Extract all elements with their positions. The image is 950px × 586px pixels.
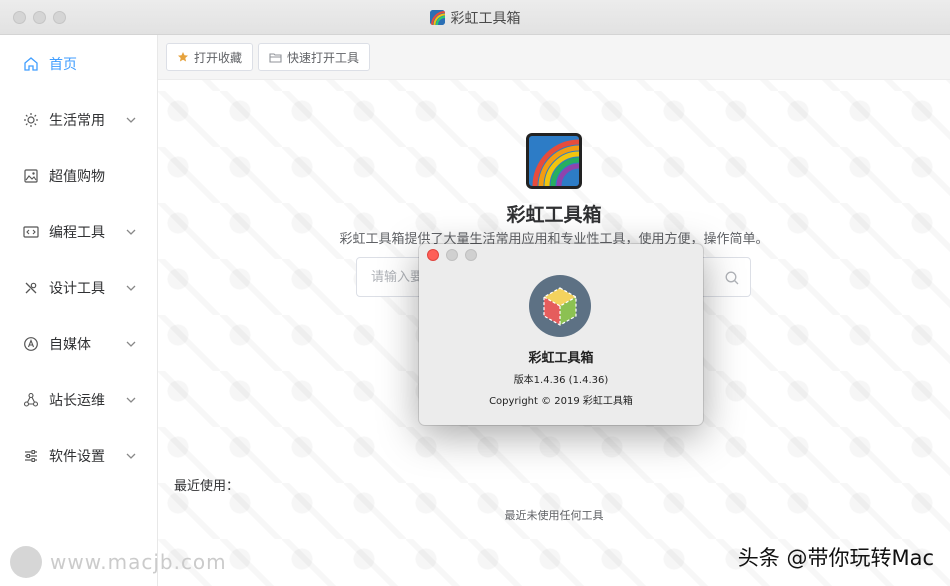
app-cube-icon (529, 275, 591, 337)
about-app-name: 彩虹工具箱 (528, 351, 594, 366)
sidebar-item-settings[interactable]: 软件设置 (0, 436, 158, 476)
app-name: 彩虹工具箱 (506, 204, 602, 226)
app-logo (526, 133, 582, 189)
sidebar-item-design[interactable]: 设计工具 (0, 268, 158, 308)
about-version: 版本1.4.36 (1.4.36) (513, 375, 609, 386)
sidebar-item-shopping[interactable]: 超值购物 (0, 156, 158, 196)
recent-empty-message: 最近未使用任何工具 (504, 509, 604, 522)
chevron-down-icon[interactable] (124, 281, 138, 295)
about-copyright: Copyright © 2019 彩虹工具箱 (489, 396, 633, 407)
rainbow-logo-icon (529, 136, 580, 187)
open-favorites-label: 打开收藏 (194, 50, 243, 65)
app-window: 彩虹工具箱 首页 生活常用 超值购物 编程工具 设计工具 自媒体 站长运维 软件… (0, 0, 950, 586)
open-favorites-button[interactable]: 打开收藏 (166, 43, 254, 71)
window-title: 彩虹工具箱 (450, 10, 521, 27)
about-zoom-button (465, 249, 477, 261)
sidebar-item-label: 首页 (49, 57, 77, 73)
image-icon (22, 167, 40, 185)
title-bar: 彩虹工具箱 (0, 0, 950, 35)
home-icon (22, 55, 40, 73)
toolbar: 打开收藏 快速打开工具 (158, 35, 950, 80)
sidebar-item-label: 站长运维 (49, 393, 105, 409)
watermark-logo-icon (10, 546, 42, 578)
sidebar-item-label: 软件设置 (49, 449, 105, 465)
sidebar: 首页 生活常用 超值购物 编程工具 设计工具 自媒体 站长运维 软件设置 (0, 35, 158, 586)
chevron-down-icon[interactable] (124, 393, 138, 407)
window-title-wrap: 彩虹工具箱 (0, 0, 950, 35)
network-icon (22, 391, 40, 409)
about-title-bar (419, 244, 703, 266)
sidebar-item-home[interactable]: 首页 (0, 44, 158, 84)
sidebar-item-label: 超值购物 (49, 169, 105, 185)
folder-icon (269, 53, 282, 63)
watermark-left-text: www.macjb.com (50, 550, 227, 574)
star-icon (178, 52, 188, 62)
sidebar-item-label: 设计工具 (49, 281, 105, 297)
chevron-down-icon[interactable] (124, 225, 138, 239)
sidebar-item-media[interactable]: 自媒体 (0, 324, 158, 364)
sidebar-item-label: 编程工具 (49, 225, 105, 241)
code-icon (22, 223, 40, 241)
chevron-down-icon[interactable] (124, 337, 138, 351)
sidebar-item-label: 自媒体 (49, 337, 91, 353)
about-close-button[interactable] (427, 249, 439, 261)
rainbow-logo-icon (429, 10, 445, 25)
chevron-down-icon[interactable] (124, 449, 138, 463)
compass-icon (22, 335, 40, 353)
sidebar-item-programming[interactable]: 编程工具 (0, 212, 158, 252)
about-dialog: 彩虹工具箱 版本1.4.36 (1.4.36) Copyright © 2019… (419, 244, 703, 425)
sidebar-item-webmaster[interactable]: 站长运维 (0, 380, 158, 420)
tools-icon (22, 279, 40, 297)
recent-title: 最近使用： (174, 479, 240, 494)
sidebar-item-label: 生活常用 (49, 113, 105, 129)
watermark-right: 头条 @带你玩转Mac (737, 546, 934, 570)
quick-open-label: 快速打开工具 (287, 50, 360, 65)
sun-icon (22, 111, 40, 129)
sliders-icon (22, 447, 40, 465)
about-minimize-button (446, 249, 458, 261)
sidebar-item-life[interactable]: 生活常用 (0, 100, 158, 140)
chevron-down-icon[interactable] (124, 113, 138, 127)
quick-open-button[interactable]: 快速打开工具 (258, 43, 371, 71)
search-icon[interactable] (724, 270, 740, 286)
watermark-left: www.macjb.com (10, 546, 227, 578)
